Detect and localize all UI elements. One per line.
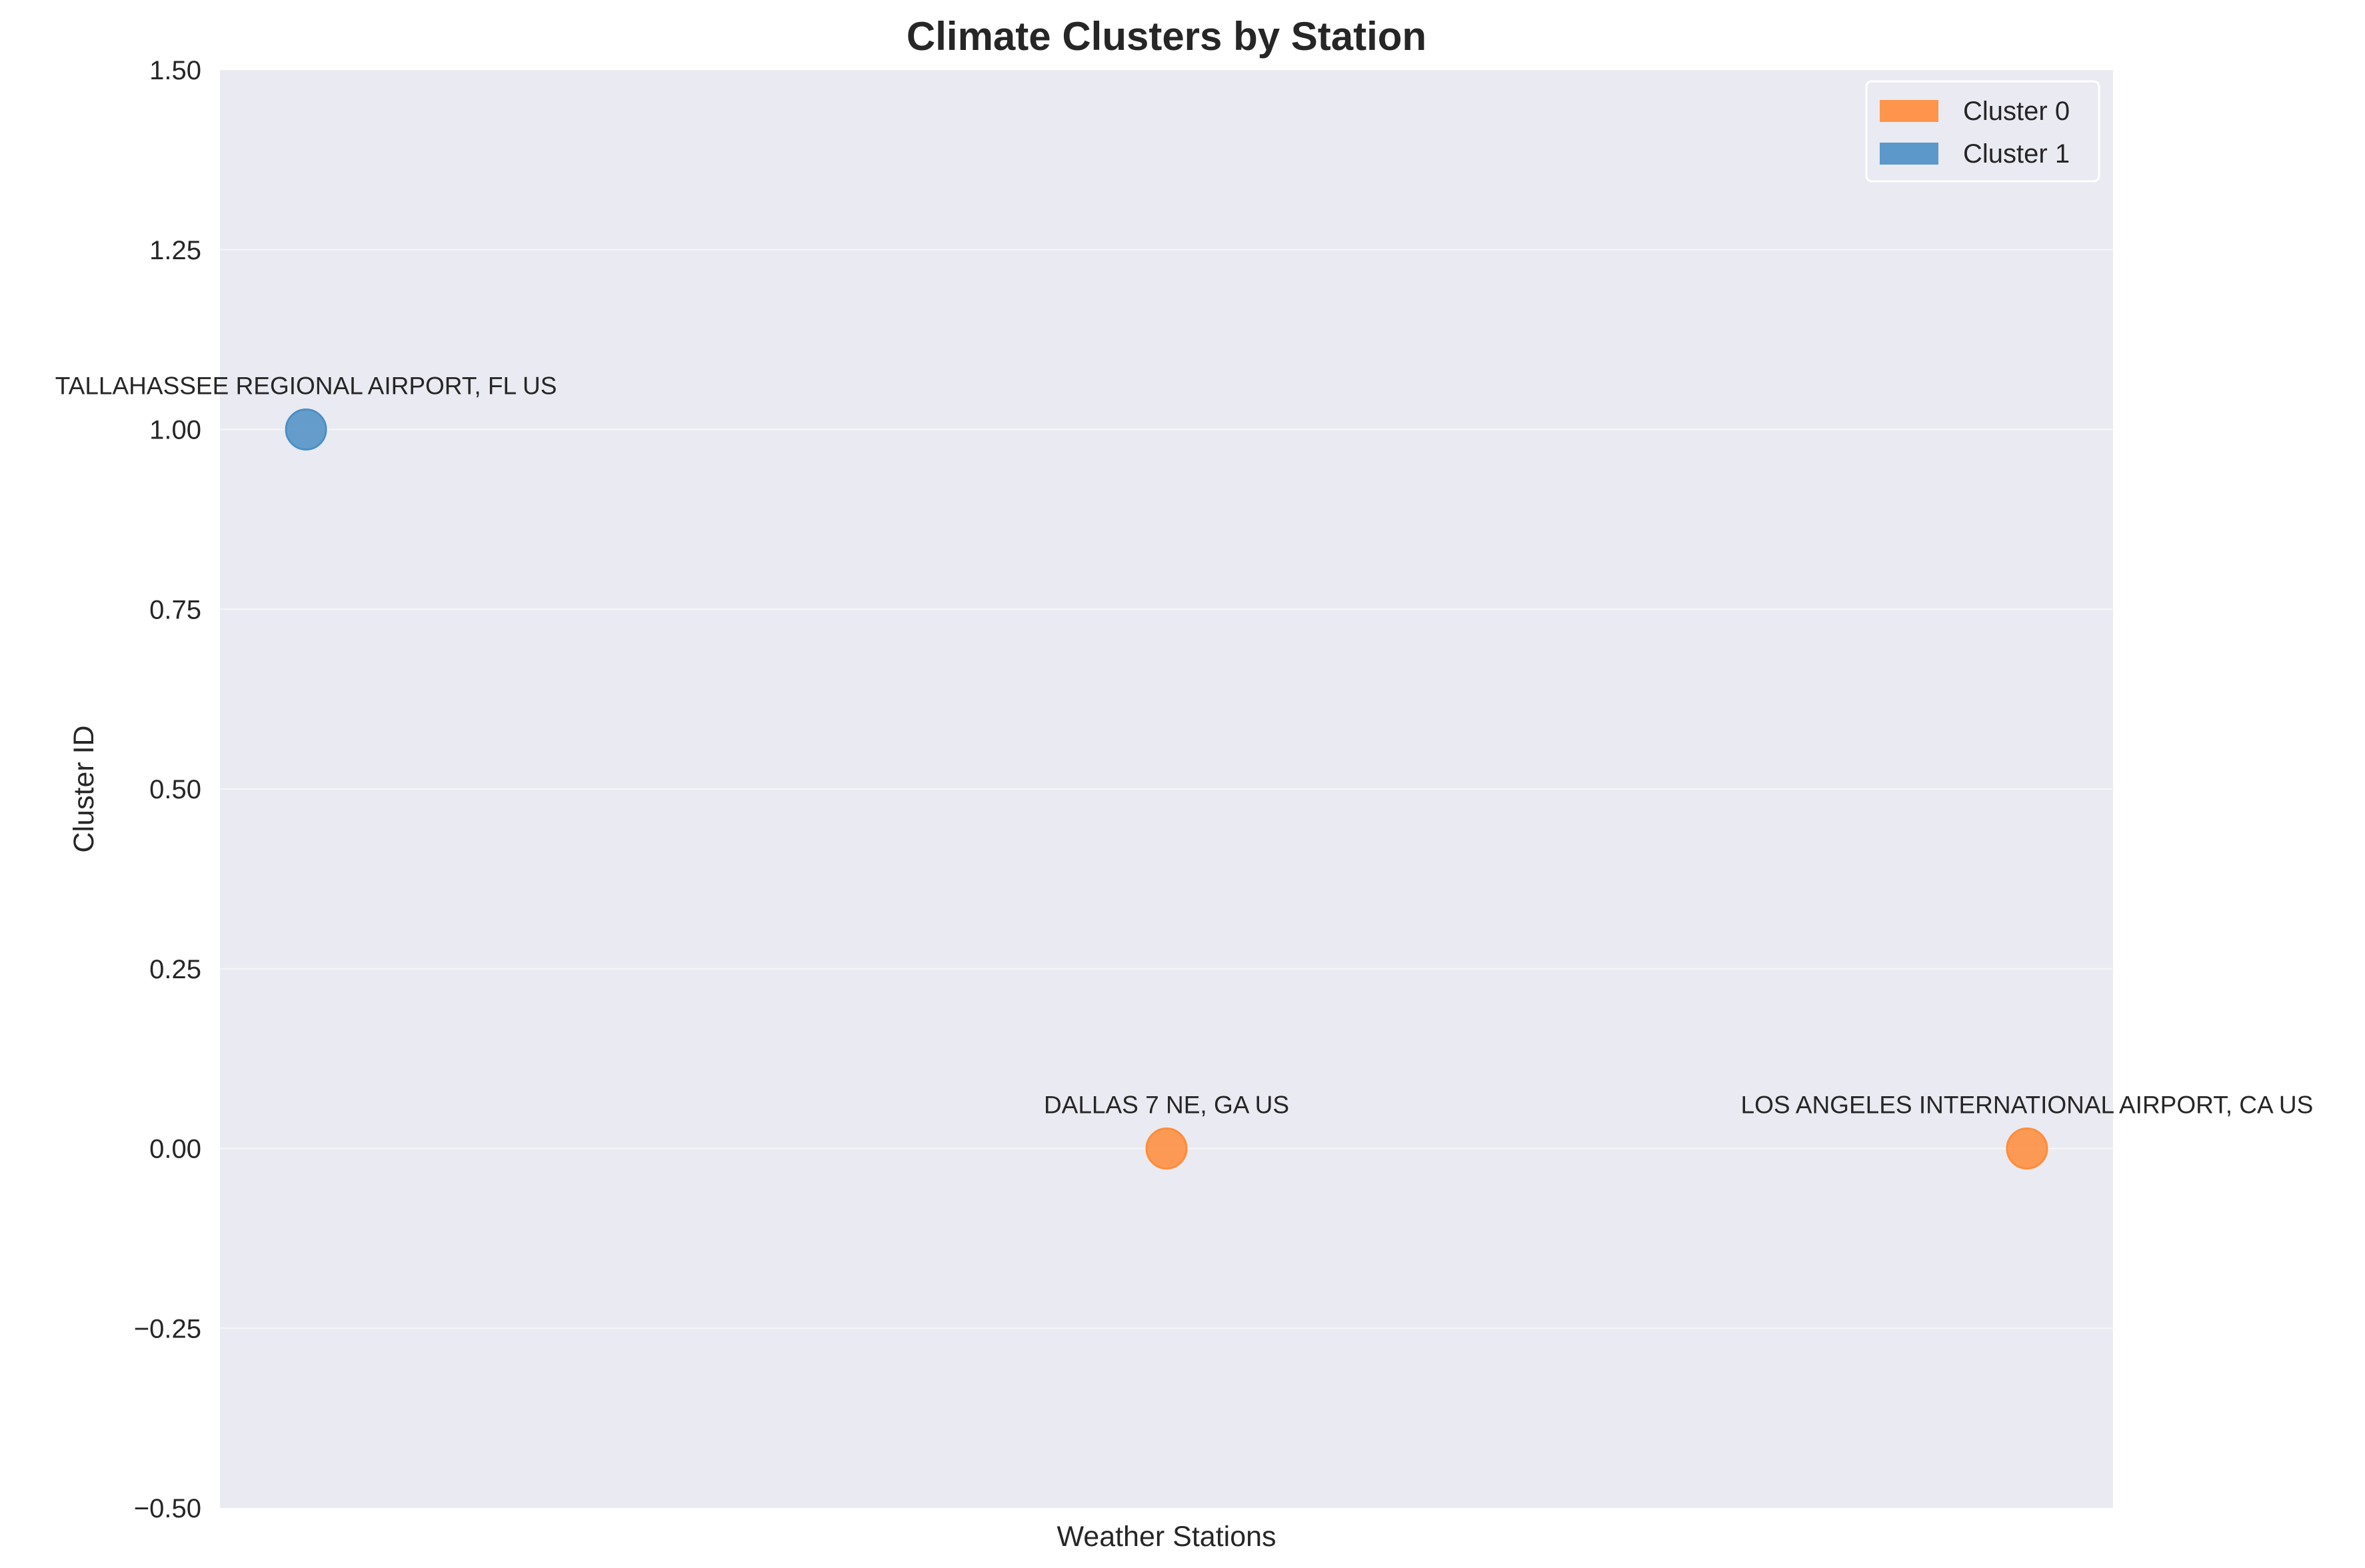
y-tick-label: 1.50	[149, 56, 201, 85]
y-tick-label: 0.75	[149, 595, 201, 624]
y-axis-label: Cluster ID	[68, 725, 100, 852]
data-point-cluster-0	[2006, 1128, 2048, 1170]
data-point-cluster-1	[285, 408, 327, 450]
x-axis-label: Weather Stations	[1057, 1521, 1276, 1553]
chart-title: Climate Clusters by Station	[907, 14, 1426, 59]
data-point-cluster-0	[1145, 1128, 1188, 1170]
legend-swatch-cluster-0	[1880, 100, 1938, 122]
chart: −0.50 −0.25 0.00 0.25 0.50 0.75 1.00 1.25 1.50 T…	[0, 0, 2365, 1568]
legend-label-cluster-1: Cluster 1	[1963, 139, 2070, 169]
point-label: TALLAHASSEE REGIONAL AIRPORT, FL US	[55, 373, 557, 400]
y-tick-label: 0.25	[149, 955, 201, 984]
point-label: DALLAS 7 NE, GA US	[1044, 1092, 1289, 1119]
point-label: LOS ANGELES INTERNATIONAL AIRPORT, CA US	[1741, 1092, 2314, 1119]
y-tick-label: −0.25	[134, 1314, 201, 1343]
y-tick-label: 1.00	[149, 416, 201, 445]
legend: Cluster 0 Cluster 1	[1865, 80, 2100, 183]
y-tick-label: 0.50	[149, 775, 201, 804]
y-tick-label: 0.00	[149, 1135, 201, 1164]
y-tick-label: −0.50	[134, 1494, 201, 1523]
legend-swatch-cluster-1	[1880, 143, 1938, 165]
legend-label-cluster-0: Cluster 0	[1963, 97, 2070, 126]
y-tick-label: 1.25	[149, 236, 201, 265]
